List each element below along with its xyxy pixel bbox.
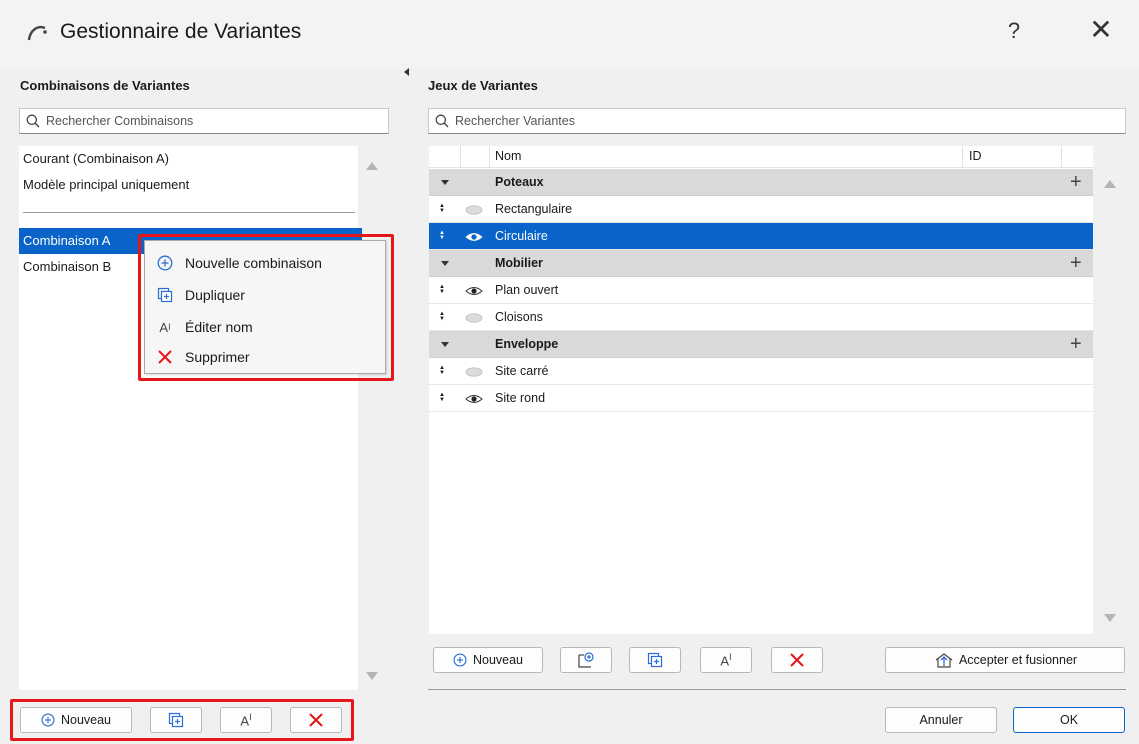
variants-heading: Jeux de Variantes	[428, 78, 538, 93]
column-divider	[962, 146, 963, 168]
variant-label: Rectangulaire	[495, 202, 573, 216]
variant-label: Circulaire	[495, 229, 548, 243]
scroll-up-icon[interactable]	[366, 162, 378, 170]
variants-table: Nom ID Poteaux + ▲ ▼ Rectangulaire ▲ ▼ Cir…	[429, 146, 1093, 634]
app-logo-icon	[26, 22, 48, 44]
new-variant-button[interactable]: Nouveau	[433, 647, 543, 673]
variant-row-site-carre[interactable]: ▲ ▼ Site carré	[429, 358, 1093, 385]
search-placeholder: Rechercher Combinaisons	[46, 114, 194, 128]
title-bar: Gestionnaire de Variantes ? ✕	[0, 0, 1139, 68]
button-label: OK	[1059, 713, 1079, 727]
button-label: Annuler	[919, 713, 963, 727]
new-set-icon	[578, 652, 594, 668]
hidden-eye-icon[interactable]	[465, 204, 483, 218]
buttons-highlight-frame	[10, 699, 354, 741]
accept-merge-icon	[935, 653, 953, 668]
duplicate-icon	[647, 652, 663, 668]
table-header: Nom ID	[429, 146, 1093, 168]
collapse-triangle-icon[interactable]	[441, 342, 449, 347]
group-label: Mobilier	[495, 256, 543, 270]
ok-button[interactable]: OK	[1013, 707, 1125, 733]
list-separator	[23, 212, 355, 213]
variant-row-cloisons[interactable]: ▲ ▼ Cloisons	[429, 304, 1093, 331]
window-title: Gestionnaire de Variantes	[60, 20, 302, 43]
hidden-eye-icon[interactable]	[465, 312, 483, 326]
collapse-panel-icon[interactable]	[404, 68, 409, 76]
column-divider	[489, 146, 490, 168]
variant-label: Cloisons	[495, 310, 543, 324]
button-label: Accepter et fusionner	[958, 653, 1078, 667]
column-header-id[interactable]: ID	[969, 149, 982, 163]
footer-separator	[428, 689, 1126, 690]
plus-circle-icon	[453, 653, 467, 667]
collapse-triangle-icon[interactable]	[441, 180, 449, 185]
rename-variant-button[interactable]: AI	[700, 647, 752, 673]
search-icon	[435, 114, 449, 128]
delete-x-icon	[790, 653, 804, 667]
context-menu-highlight-frame	[138, 234, 394, 381]
add-variant-icon[interactable]: +	[1070, 250, 1082, 276]
eye-icon[interactable]	[465, 393, 483, 407]
button-label: Nouveau	[472, 653, 524, 667]
collapse-triangle-icon[interactable]	[441, 261, 449, 266]
help-button[interactable]: ?	[1004, 18, 1024, 44]
add-variant-icon[interactable]: +	[1070, 169, 1082, 195]
scroll-down-icon[interactable]	[366, 672, 378, 680]
hidden-eye-icon[interactable]	[465, 366, 483, 380]
reorder-handle-icon[interactable]: ▲ ▼	[439, 203, 445, 214]
eye-icon[interactable]	[465, 285, 483, 299]
group-label: Poteaux	[495, 175, 544, 189]
duplicate-variant-button[interactable]	[629, 647, 681, 673]
add-variant-icon[interactable]: +	[1070, 331, 1082, 357]
search-placeholder: Rechercher Variantes	[455, 114, 575, 128]
close-button[interactable]: ✕	[1086, 16, 1116, 44]
group-label: Enveloppe	[495, 337, 559, 351]
column-divider	[1061, 146, 1062, 168]
reorder-handle-icon[interactable]: ▲ ▼	[439, 311, 445, 322]
rename-icon: AI	[720, 651, 732, 669]
list-item-current[interactable]: Courant (Combinaison A)	[19, 146, 362, 172]
new-variant-set-button[interactable]	[560, 647, 612, 673]
cancel-button[interactable]: Annuler	[885, 707, 997, 733]
list-item-main-model[interactable]: Modèle principal uniquement	[19, 172, 362, 198]
scroll-up-icon[interactable]	[1104, 180, 1116, 188]
column-divider	[460, 146, 461, 168]
group-row-mobilier[interactable]: Mobilier +	[429, 250, 1093, 277]
scroll-down-icon[interactable]	[1104, 614, 1116, 622]
reorder-handle-icon[interactable]: ▲ ▼	[439, 365, 445, 376]
combinations-heading: Combinaisons de Variantes	[20, 78, 190, 93]
delete-variant-button[interactable]	[771, 647, 823, 673]
variant-row-plan-ouvert[interactable]: ▲ ▼ Plan ouvert	[429, 277, 1093, 304]
variant-row-site-rond[interactable]: ▲ ▼ Site rond	[429, 385, 1093, 412]
combinations-list[interactable]: Courant (Combinaison A) Modèle principal…	[19, 146, 362, 690]
search-icon	[26, 114, 40, 128]
combinations-search-input[interactable]: Rechercher Combinaisons	[19, 108, 389, 134]
group-row-enveloppe[interactable]: Enveloppe +	[429, 331, 1093, 358]
eye-icon[interactable]	[465, 231, 483, 245]
variant-label: Site carré	[495, 364, 549, 378]
column-header-name[interactable]: Nom	[495, 149, 521, 163]
reorder-handle-icon[interactable]: ▲ ▼	[439, 392, 445, 403]
group-row-poteaux[interactable]: Poteaux +	[429, 169, 1093, 196]
reorder-handle-icon[interactable]: ▲ ▼	[439, 230, 445, 241]
reorder-handle-icon[interactable]: ▲ ▼	[439, 284, 445, 295]
variant-row-circulaire[interactable]: ▲ ▼ Circulaire	[429, 223, 1093, 250]
accept-merge-button[interactable]: Accepter et fusionner	[885, 647, 1125, 673]
variant-row-rectangulaire[interactable]: ▲ ▼ Rectangulaire	[429, 196, 1093, 223]
variant-label: Plan ouvert	[495, 283, 559, 297]
variants-search-input[interactable]: Rechercher Variantes	[428, 108, 1126, 134]
variant-label: Site rond	[495, 391, 546, 405]
